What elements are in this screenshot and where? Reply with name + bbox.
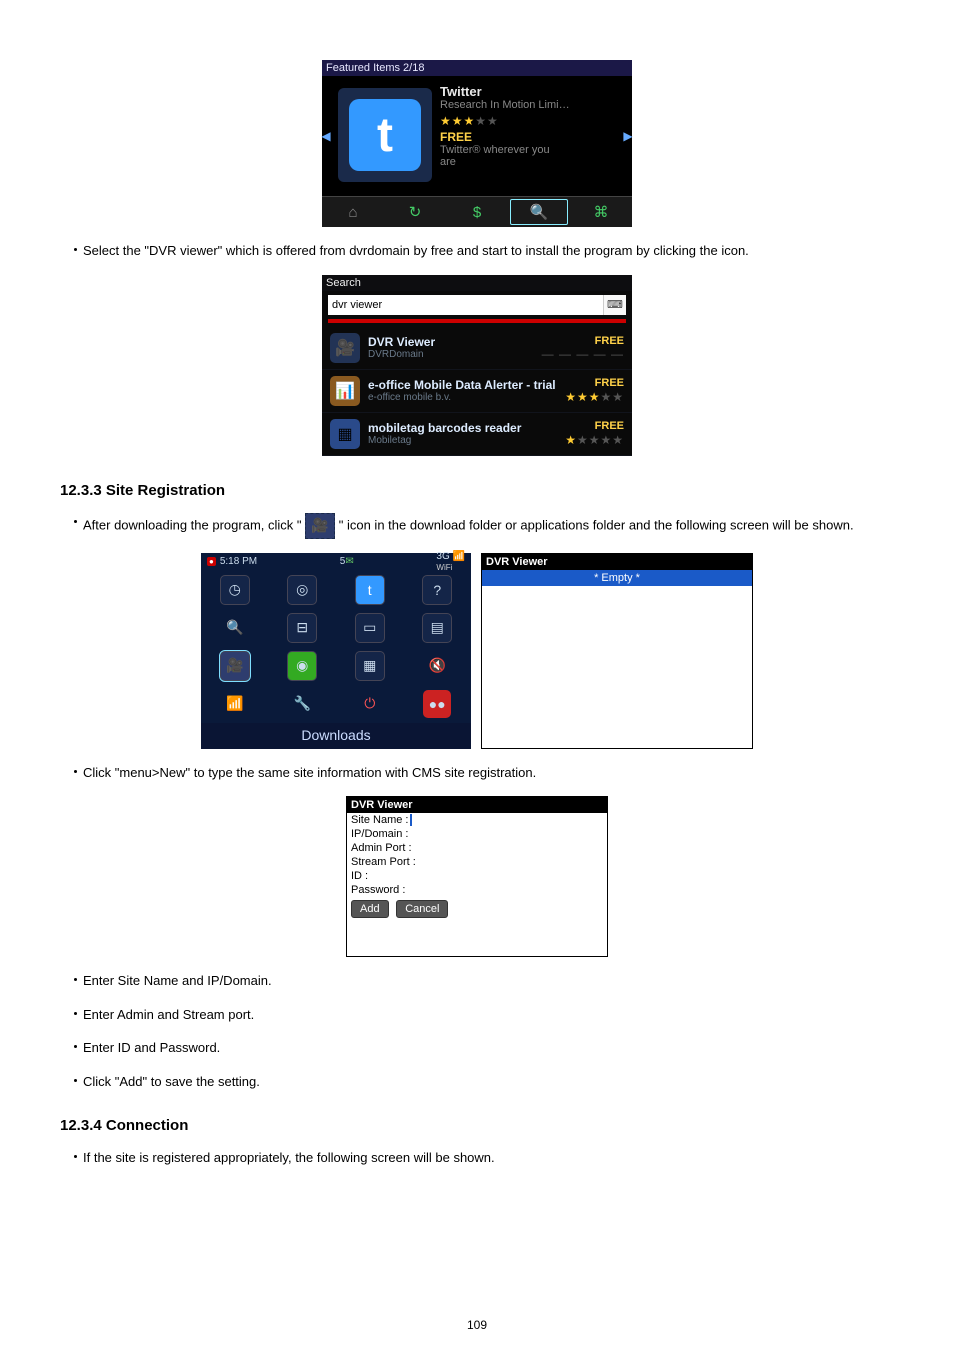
status-notif-count: 5✉ [340, 556, 354, 567]
dvr-icon: 🎥 [330, 333, 360, 363]
search-item-publisher: Mobiletag [368, 435, 565, 446]
search-item-price: FREE [542, 335, 624, 347]
search-result-mobiletag: ▦ mobiletag barcodes reader Mobiletag FR… [322, 413, 632, 456]
page-number: 109 [0, 1318, 954, 1332]
app-icon-grid: ▦ [355, 651, 385, 681]
featured-price: FREE [440, 130, 616, 144]
dvr-viewer-form-screenshot: DVR Viewer Site Name : IP/Domain : Admin… [346, 796, 608, 957]
search-result-dvr-viewer: 🎥 DVR Viewer DVRDomain FREE — — — — — [322, 327, 632, 370]
bullet-after-download-b: " icon in the download folder or applica… [339, 517, 854, 532]
app-icon-mute: 🔇 [423, 652, 451, 680]
search-item-stars: — — — — — [542, 347, 624, 361]
featured-app-publisher: Research In Motion Limi… [440, 99, 616, 111]
bullet-click-add: Click "Add" to save the setting. [83, 1072, 260, 1092]
dvr-viewer-inline-icon: 🎥 [305, 513, 335, 539]
search-divider [328, 319, 626, 323]
field-stream-port[interactable]: Stream Port : [347, 855, 607, 869]
reload-icon: ↻ [384, 197, 446, 227]
app-icon-power: ⏻ [356, 690, 384, 718]
dvr-viewer-empty-row: * Empty * [482, 570, 752, 586]
carousel-right-icon: ▶ [624, 76, 632, 196]
search-input[interactable] [328, 295, 603, 315]
bullet-menu-new: Click "menu>New" to type the same site i… [83, 763, 536, 783]
dvr-viewer-header: DVR Viewer [482, 554, 752, 570]
app-icon-wrench: 🔧 [288, 690, 316, 718]
carousel-left-icon: ◀ [322, 76, 330, 196]
search-item-name: mobiletag barcodes reader [368, 421, 565, 435]
featured-items-screenshot: Featured Items 2/18 ◀ t Twitter Research… [322, 60, 632, 227]
downloads-screenshot: ● 5:18 PM 5✉ 3G 📶 WiFi ◷ ◎ t ? 🔍 ⊟ ▭ [201, 553, 471, 749]
app-icon-wifi: 📶 [221, 690, 249, 718]
app-icon-clock: ◷ [220, 575, 250, 605]
status-time: 5:18 PM [220, 556, 257, 567]
app-icon-window: ▭ [355, 613, 385, 643]
search-item-name: e-office Mobile Data Alerter - trial [368, 378, 565, 392]
keyboard-icon: ⌨ [603, 295, 626, 315]
field-admin-port[interactable]: Admin Port : [347, 841, 607, 855]
search-item-publisher: DVRDomain [368, 349, 542, 360]
search-item-price: FREE [565, 420, 624, 432]
bullet-after-download: After downloading the program, click " 🎥… [83, 513, 854, 539]
search-item-price: FREE [565, 377, 624, 389]
app-icon-twitter: t [355, 575, 385, 605]
app-icon-search: 🔍 [221, 614, 249, 642]
dvr-viewer-empty-screenshot: DVR Viewer * Empty * [481, 553, 753, 749]
twitter-app-icon: t [338, 88, 432, 182]
cancel-button[interactable]: Cancel [396, 900, 448, 918]
dvr-form-header: DVR Viewer [347, 797, 607, 813]
field-id[interactable]: ID : [347, 869, 607, 883]
search-item-publisher: e-office mobile b.v. [368, 392, 565, 403]
bullet-after-download-a: After downloading the program, click " [83, 517, 302, 532]
text-caret-icon [410, 814, 412, 826]
downloads-label: Downloads [201, 723, 471, 749]
search-result-eoffice: 📊 e-office Mobile Data Alerter - trial e… [322, 370, 632, 413]
search-screenshot: Search ⌨ 🎥 DVR Viewer DVRDomain FREE — —… [322, 275, 632, 456]
section-connection: 12.3.4 Connection [60, 1117, 894, 1134]
app-icon-help: ? [422, 575, 452, 605]
bullet-connection-info: If the site is registered appropriately,… [83, 1148, 495, 1168]
status-signal: 3G 📶 WiFi [436, 551, 465, 573]
search-title: Search [322, 275, 632, 291]
add-button[interactable]: Add [351, 900, 389, 918]
featured-header: Featured Items 2/18 [322, 60, 632, 76]
featured-rating: ★★★★★ [440, 113, 616, 128]
section-site-registration: 12.3.3 Site Registration [60, 482, 894, 499]
search-icon: 🔍 [508, 197, 570, 227]
app-icon-dvr-viewer: 🎥 [220, 651, 250, 681]
app-icon-record: ●● [423, 690, 451, 718]
bullet-enter-ports: Enter Admin and Stream port. [83, 1005, 254, 1025]
featured-desc-line1: Twitter® wherever you [440, 144, 616, 156]
field-password[interactable]: Password : [347, 883, 607, 897]
bullet-enter-credentials: Enter ID and Password. [83, 1038, 220, 1058]
featured-desc-line2: are [440, 156, 616, 168]
field-site-name[interactable]: Site Name : [347, 813, 607, 827]
barcode-icon: ▦ [330, 419, 360, 449]
search-item-stars: ★★★★★ [565, 432, 624, 447]
field-ip-domain[interactable]: IP/Domain : [347, 827, 607, 841]
search-item-stars: ★★★★★ [565, 389, 624, 404]
app-icon-disc: ◉ [287, 651, 317, 681]
notif-indicator-icon: ● [207, 557, 216, 566]
bullet-select-dvr: Select the "DVR viewer" which is offered… [83, 241, 749, 261]
app-icon-message: ⊟ [287, 613, 317, 643]
app-icon-memo: ▤ [422, 613, 452, 643]
home-icon: ⌂ [322, 197, 384, 227]
eoffice-icon: 📊 [330, 376, 360, 406]
apps-icon: ⌘ [570, 197, 632, 227]
dollar-icon: $ [446, 197, 508, 227]
app-icon-camera: ◎ [287, 575, 317, 605]
search-item-name: DVR Viewer [368, 335, 542, 349]
bullet-enter-site-ip: Enter Site Name and IP/Domain. [83, 971, 272, 991]
featured-app-title: Twitter [440, 84, 616, 99]
